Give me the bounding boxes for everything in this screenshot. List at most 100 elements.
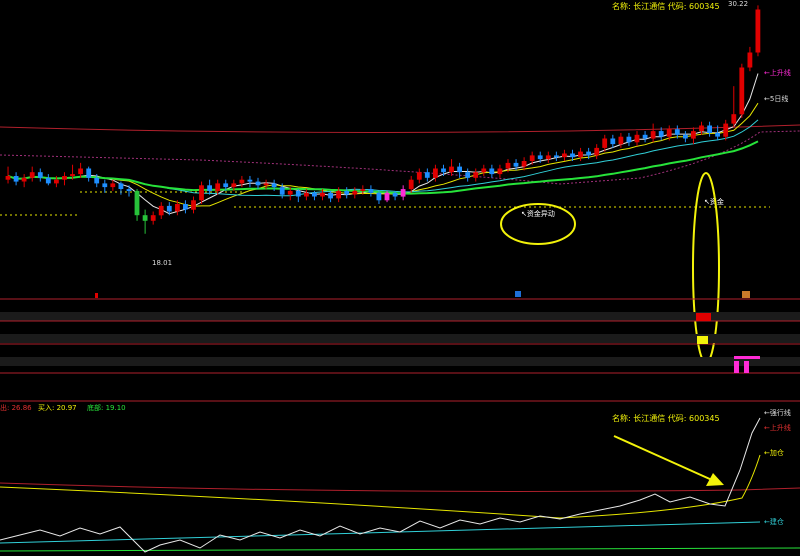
candle-body: [255, 181, 261, 186]
candle-body: [45, 177, 51, 184]
candle-body: [287, 190, 293, 195]
candle-body: [13, 176, 19, 182]
candle-body: [175, 204, 180, 212]
candle-body: [102, 183, 108, 188]
candle-body: [674, 129, 680, 135]
candle-body: [634, 134, 640, 143]
stock-chart: 名称: 长江通信 代码: 600345 30.22 18.01 ←上升线 ←5日…: [0, 0, 800, 556]
candle-body: [707, 125, 712, 133]
candle-body: [424, 172, 430, 178]
candle-body: [54, 179, 59, 184]
candle-body: [658, 131, 664, 137]
build-label: ←建仓: [764, 517, 784, 526]
buy-label: 买入: 20.97: [38, 404, 77, 412]
candle-body: [215, 183, 221, 191]
candle-body: [497, 168, 503, 175]
candle-body: [384, 192, 390, 201]
candle-body: [739, 67, 745, 115]
candle-body: [158, 205, 164, 216]
candle-body: [118, 183, 124, 189]
candle-body: [183, 204, 188, 210]
candle-body: [513, 162, 519, 167]
candle-body: [344, 190, 350, 195]
candle-body: [78, 168, 83, 175]
candle-body: [594, 147, 600, 156]
candle-body: [691, 131, 696, 139]
candle-body: [263, 183, 269, 186]
candle-body: [489, 168, 495, 175]
candle-body: [755, 9, 761, 53]
candle-body: [279, 187, 285, 195]
add-label: ←加仓: [764, 448, 784, 457]
candle-body: [328, 192, 333, 199]
candle-body: [304, 192, 309, 197]
trend-label: ←强行线: [764, 408, 791, 417]
candle-body: [360, 189, 366, 191]
price-high-label: 30.22: [728, 0, 748, 8]
sell-label: 出: 26.86: [0, 403, 32, 412]
candle-body: [142, 215, 148, 221]
candle-body: [465, 172, 471, 178]
candle-body: [21, 177, 27, 182]
candle-body: [376, 192, 382, 201]
candle-body: [223, 183, 229, 188]
candle-body: [650, 131, 656, 139]
candle-body: [481, 168, 487, 173]
stock-title: 名称: 长江通信 代码: 600345: [612, 1, 720, 11]
candle-body: [578, 151, 583, 158]
candle-body: [747, 52, 753, 68]
candle-body: [37, 172, 43, 178]
candle-body: [441, 168, 446, 173]
candle-body: [416, 172, 422, 180]
candle-body: [642, 134, 648, 139]
candle-body: [94, 177, 100, 184]
candle-body: [86, 168, 92, 178]
candle-body: [62, 176, 67, 180]
candle-body: [408, 179, 414, 190]
candle-body: [247, 179, 253, 182]
candle-body: [618, 136, 624, 145]
candle-body: [529, 155, 535, 161]
candle-body: [295, 190, 301, 197]
candle-body: [231, 183, 237, 188]
candle-body: [554, 155, 559, 158]
candle-body: [126, 189, 132, 191]
candle-body: [191, 200, 196, 210]
candle-body: [505, 162, 511, 169]
candle-body: [602, 138, 608, 148]
candle-body: [586, 151, 591, 156]
up-label-lower: ←上升线: [764, 423, 791, 432]
candle-body: [70, 174, 75, 176]
candle-body: [312, 192, 317, 197]
candle-body: [29, 172, 35, 178]
candle-body: [134, 190, 140, 216]
candle-body: [5, 176, 11, 180]
candle-body: [150, 215, 156, 221]
candle-body: [110, 183, 116, 188]
candle-body: [392, 192, 398, 197]
bottom-label: 底部: 19.10: [87, 403, 126, 412]
candle-body: [207, 185, 212, 191]
candle-body: [320, 192, 325, 197]
background: [0, 0, 800, 556]
candle-body: [271, 183, 277, 188]
candle-body: [610, 138, 616, 145]
candle-body: [199, 185, 204, 201]
up-line-label: ←上升线: [764, 68, 791, 77]
candle-body: [562, 153, 567, 158]
candle-body: [570, 153, 575, 158]
candle-body: [521, 161, 527, 167]
candle-body: [239, 179, 245, 184]
candle-body: [731, 114, 737, 124]
candle-body: [166, 205, 172, 212]
candle-body: [457, 166, 462, 173]
candle-body: [683, 134, 688, 139]
candle-body: [336, 190, 341, 199]
candle-body: [537, 155, 543, 160]
candle-body: [368, 189, 374, 193]
candle-body: [449, 166, 454, 173]
candle-body: [666, 129, 672, 137]
candle-body: [352, 190, 358, 195]
candle-body: [545, 155, 551, 160]
ma5-label: ←5日线: [764, 94, 788, 103]
